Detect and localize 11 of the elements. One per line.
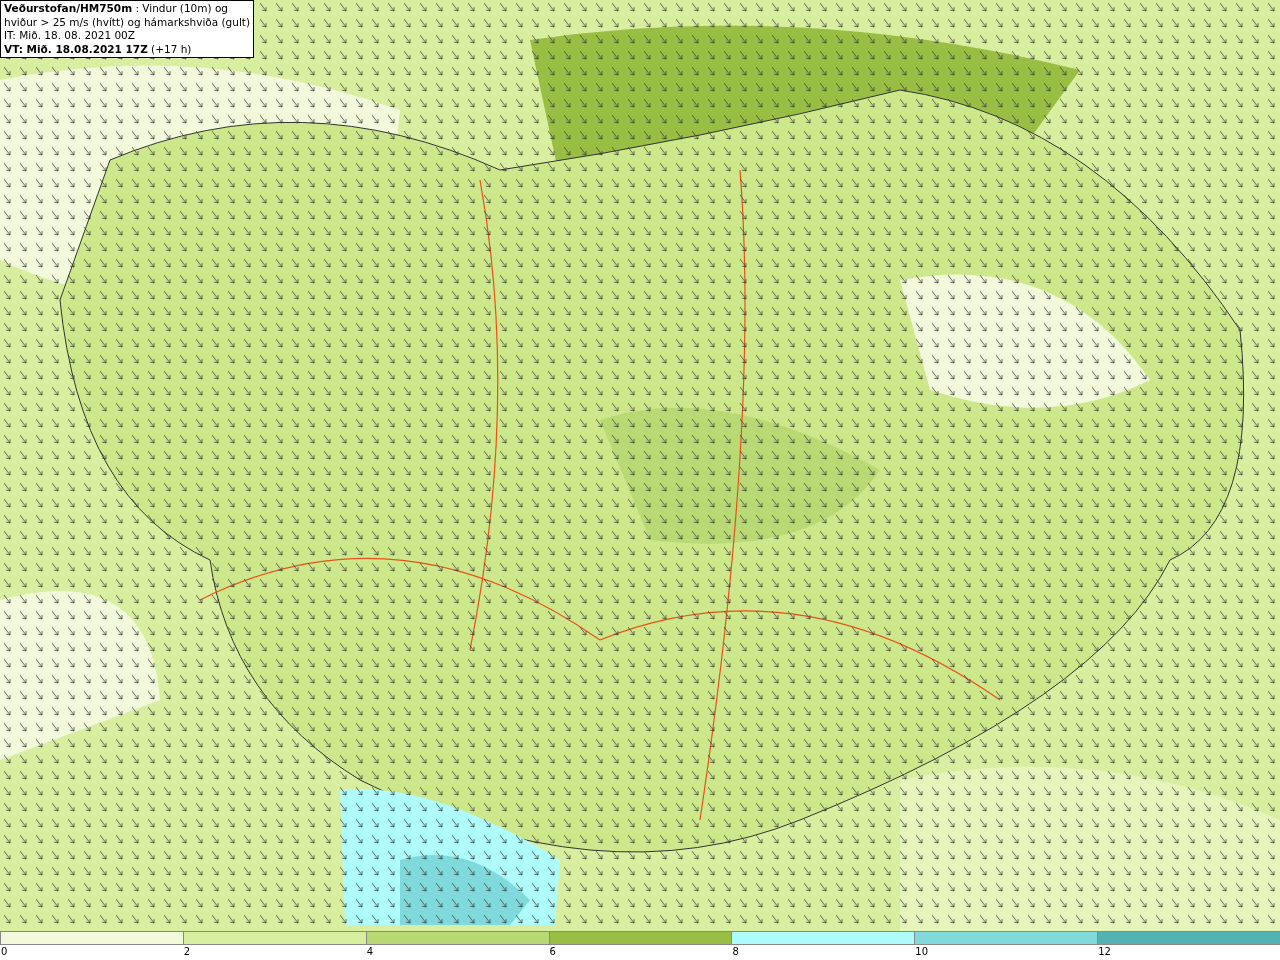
- legend-label: 2: [182, 945, 191, 959]
- title-text: IT: Mið. 18. 08. 2021 00Z: [4, 29, 136, 43]
- title-text: hviður > 25 m/s (hvítt) og hámarkshviða (gult): [4, 15, 251, 29]
- legend-label: 6: [548, 945, 556, 959]
- legend-label: 4: [365, 945, 374, 959]
- legend-label: 8: [731, 945, 739, 959]
- legend-label: 12: [1097, 945, 1111, 959]
- title-text: VT: Mið. 18.08.2021 17Z (+17 h): [4, 42, 193, 56]
- title-text: Veðurstofan/HM750m : Vindur (10m) og: [4, 2, 229, 16]
- legend-label: 0: [0, 945, 8, 959]
- legend-label: 10: [914, 945, 929, 959]
